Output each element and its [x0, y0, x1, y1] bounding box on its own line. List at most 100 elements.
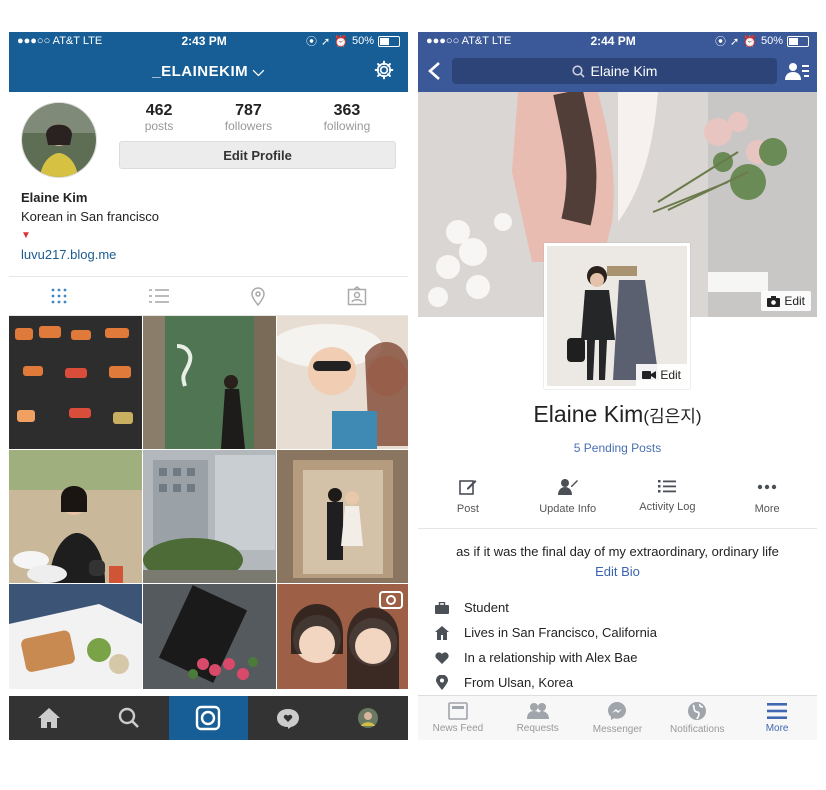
grid-icon[interactable] — [50, 287, 68, 305]
messenger-icon — [608, 702, 627, 720]
info-work-text: Student — [464, 600, 509, 615]
tagged-person-icon[interactable] — [347, 286, 367, 306]
profile-edit-label: Edit — [660, 368, 681, 382]
info-relationship-text: In a relationship with Alex Bae — [464, 650, 638, 665]
info-row-work[interactable]: Student — [434, 595, 657, 620]
back-arrow-icon[interactable] — [426, 61, 444, 81]
more-button[interactable]: More — [722, 478, 812, 515]
profile-name: Elaine Kim(김은지) — [418, 401, 817, 428]
nav-camera[interactable] — [168, 696, 249, 740]
nav-messenger[interactable]: Messenger — [578, 696, 658, 740]
location-pin-icon[interactable] — [250, 286, 266, 306]
battery-icon — [378, 35, 400, 47]
nav-home[interactable] — [9, 696, 89, 740]
briefcase-icon — [435, 601, 449, 614]
house-icon — [435, 625, 449, 640]
alarm-icon: ⏰ — [743, 35, 757, 48]
cover-edit-label: Edit — [784, 294, 805, 308]
post-button[interactable]: Post — [423, 478, 513, 515]
profile-actions: Post Update Info Activity Log More — [418, 478, 817, 515]
update-info-icon — [557, 479, 578, 495]
avatar[interactable] — [21, 102, 97, 178]
more-label: More — [754, 503, 780, 515]
location-arrow-icon: ➚ — [321, 35, 331, 48]
news-feed-icon — [448, 702, 468, 720]
alarm-icon: ⏰ — [334, 35, 348, 48]
ig-view-tabs — [9, 276, 408, 316]
requests-icon — [526, 703, 549, 719]
fb-carrier: ●●●○○ AT&T LTE — [426, 35, 512, 47]
nav-requests-label: Requests — [516, 723, 559, 734]
followers-label: followers — [224, 119, 273, 133]
activity-log-icon — [658, 480, 677, 493]
profile-picture-edit-button[interactable]: Edit — [636, 364, 687, 386]
heart-icon — [435, 651, 449, 664]
fb-status-right: ⦿ ➚ ⏰ 50% — [715, 33, 809, 49]
ig-battery-text: 50% — [351, 35, 374, 47]
grid-photo-wall[interactable] — [143, 316, 276, 449]
profile-picture[interactable]: Edit — [544, 243, 690, 389]
posts-value: 462 — [145, 102, 173, 119]
nav-profile[interactable] — [328, 696, 408, 740]
video-camera-icon — [642, 371, 657, 379]
following-count[interactable]: 363 following — [324, 102, 371, 133]
friend-list-icon[interactable] — [785, 61, 809, 81]
fb-status-bar: ●●●○○ AT&T LTE 2:44 PM ⦿ ➚ ⏰ 50% — [418, 32, 817, 50]
grid-photo-selfie-hat[interactable] — [277, 316, 408, 449]
nav-more[interactable]: More — [737, 696, 817, 740]
grid-photo-elevator[interactable] — [277, 450, 408, 583]
nav-requests[interactable]: Requests — [498, 696, 578, 740]
intro-info: Student Lives in San Francisco, Californ… — [434, 595, 657, 695]
home-icon — [37, 708, 60, 728]
grid-photo-toast[interactable] — [9, 584, 142, 689]
grid-photo-city[interactable] — [143, 450, 276, 583]
update-info-label: Update Info — [539, 503, 597, 515]
nav-search[interactable] — [89, 696, 169, 740]
camera-icon — [196, 705, 221, 731]
ig-header: ●●●○○ AT&T LTE 2:43 PM ⦿ ➚ ⏰ 50% _ELAINE… — [9, 32, 408, 92]
search-icon — [571, 64, 585, 78]
globe-icon — [688, 702, 707, 720]
fb-search-bar[interactable]: Elaine Kim — [452, 58, 777, 84]
list-icon[interactable] — [148, 288, 169, 304]
grid-photo-friends[interactable] — [277, 584, 408, 689]
info-from-text: From Ulsan, Korea — [464, 675, 574, 690]
ig-profile-header: 462 posts 787 followers 363 following Ed… — [9, 92, 408, 188]
info-row-relationship[interactable]: In a relationship with Alex Bae — [434, 645, 657, 670]
gear-icon[interactable] — [374, 60, 394, 80]
battery-icon — [787, 35, 809, 47]
edit-profile-button[interactable]: Edit Profile — [119, 141, 396, 169]
username-switcher[interactable]: _ELAINEKIM ⌵ — [152, 63, 264, 80]
grid-photo-sushi[interactable] — [9, 316, 142, 449]
cover-edit-button[interactable]: Edit — [761, 291, 811, 311]
posts-label: posts — [144, 119, 174, 133]
ig-time: 2:43 PM — [181, 34, 227, 48]
nav-news-feed[interactable]: News Feed — [418, 696, 498, 740]
info-row-lives[interactable]: Lives in San Francisco, California — [434, 620, 657, 645]
ig-photo-grid — [9, 316, 408, 689]
nav-notifications[interactable]: Notifications — [657, 696, 737, 740]
info-lives-text: Lives in San Francisco, California — [464, 625, 657, 640]
hamburger-icon — [767, 703, 788, 719]
activity-log-button[interactable]: Activity Log — [622, 478, 712, 515]
location-icon — [436, 675, 448, 690]
edit-bio-link[interactable]: Edit Bio — [418, 564, 817, 579]
grid-photo-picnic[interactable] — [9, 450, 142, 583]
nav-notifications-label: Notifications — [670, 724, 725, 735]
nav-activity[interactable] — [248, 696, 328, 740]
update-info-button[interactable]: Update Info — [523, 478, 613, 515]
ig-navbar: _ELAINEKIM ⌵ — [9, 50, 408, 92]
nav-messenger-label: Messenger — [592, 724, 643, 735]
followers-value: 787 — [235, 102, 262, 119]
followers-count[interactable]: 787 followers — [225, 102, 272, 133]
profile-name-korean: (김은지) — [643, 407, 702, 426]
pending-posts-link[interactable]: 5 Pending Posts — [418, 441, 817, 455]
following-value: 363 — [333, 102, 361, 119]
bio-link[interactable]: luvu217.blog.me — [21, 245, 396, 264]
camera-icon — [767, 295, 781, 307]
posts-count[interactable]: 462 posts — [145, 102, 174, 133]
grid-photo-flowers[interactable] — [143, 584, 276, 689]
info-row-from[interactable]: From Ulsan, Korea — [434, 670, 657, 695]
search-icon — [118, 707, 139, 728]
ig-stats: 462 posts 787 followers 363 following Ed… — [119, 102, 396, 188]
